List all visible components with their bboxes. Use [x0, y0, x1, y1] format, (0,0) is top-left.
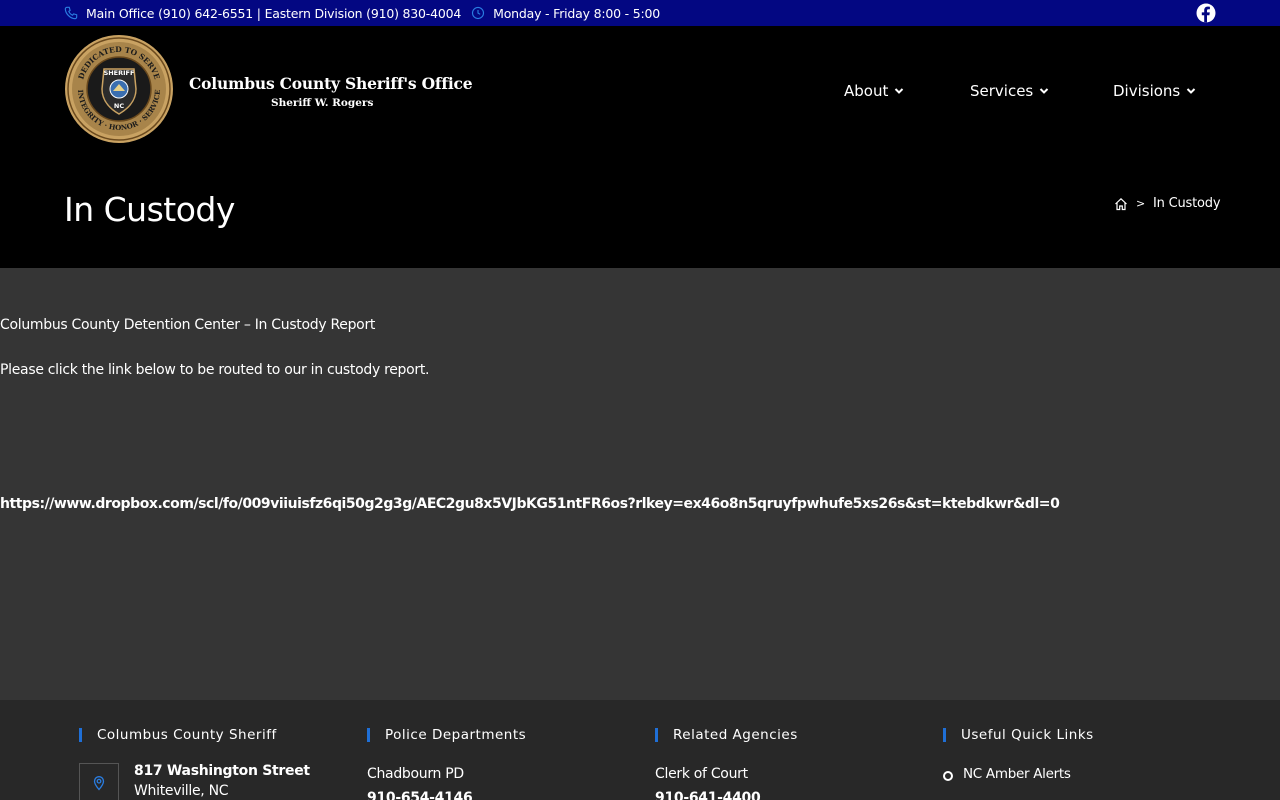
page-title: In Custody: [64, 190, 235, 229]
contact-phone-text: Main Office (910) 642-6551 | Eastern Div…: [86, 5, 462, 21]
clock-icon: [472, 6, 485, 20]
nav-about-label: About: [844, 82, 889, 100]
breadcrumb: > In Custody: [1114, 196, 1221, 211]
nav-divisions[interactable]: Divisions: [1113, 82, 1196, 100]
footer-heading-agencies: Related Agencies: [655, 728, 798, 742]
top-bar: Main Office (910) 642-6551 | Eastern Div…: [0, 0, 1280, 26]
phone-icon: [64, 6, 78, 20]
footer-heading-sheriff: Columbus County Sheriff: [79, 728, 277, 742]
home-icon[interactable]: [1114, 197, 1128, 211]
svg-text:SHERIFF: SHERIFF: [104, 69, 135, 77]
report-instruction: Please click the link below to be routed…: [0, 362, 430, 378]
breadcrumb-separator: >: [1136, 197, 1146, 210]
address-line1: 817 Washington Street: [134, 763, 310, 779]
nav-divisions-label: Divisions: [1113, 82, 1181, 100]
breadcrumb-current: In Custody: [1153, 196, 1221, 211]
contact-info: Main Office (910) 642-6551 | Eastern Div…: [64, 0, 660, 26]
nav-about[interactable]: About: [844, 82, 904, 100]
site-title: Columbus County Sheriff's Office: [189, 74, 473, 93]
footer-heading-quick-links: Useful Quick Links: [943, 728, 1094, 742]
chevron-down-icon: [895, 88, 904, 94]
facebook-icon[interactable]: [1196, 3, 1216, 23]
footer-heading-police: Police Departments: [367, 728, 526, 742]
map-pin-icon: [93, 776, 105, 791]
site-header: DEDICATED TO SERVE INTEGRITY · HONOR · S…: [0, 26, 1280, 268]
agency-item-phone[interactable]: 910-641-4400: [655, 790, 761, 800]
agency-item-name[interactable]: Clerk of Court: [655, 766, 748, 782]
site-subtitle: Sheriff W. Rogers: [271, 97, 374, 109]
chevron-down-icon: [1040, 88, 1049, 94]
quick-link-amber-alerts[interactable]: NC Amber Alerts: [963, 766, 1071, 782]
site-footer: Columbus County Sheriff 817 Washington S…: [0, 700, 1280, 800]
svg-text:NC: NC: [114, 102, 124, 110]
chevron-down-icon: [1187, 88, 1196, 94]
site-logo[interactable]: DEDICATED TO SERVE INTEGRITY · HONOR · S…: [64, 34, 474, 144]
police-item-phone[interactable]: 910-654-4146: [367, 790, 473, 800]
office-hours-text: Monday - Friday 8:00 - 5:00: [493, 5, 661, 21]
sheriff-badge-logo: DEDICATED TO SERVE INTEGRITY · HONOR · S…: [65, 35, 173, 143]
report-heading: Columbus County Detention Center – In Cu…: [0, 317, 376, 333]
address-line2: Whiteville, NC: [134, 783, 229, 799]
nav-services[interactable]: Services: [970, 82, 1049, 100]
police-item-name[interactable]: Chadbourn PD: [367, 766, 464, 782]
circle-bullet-icon: [943, 771, 953, 781]
nav-services-label: Services: [970, 82, 1034, 100]
address-icon-box: [79, 763, 119, 800]
in-custody-report-link[interactable]: https://www.dropbox.com/scl/fo/009viiuis…: [0, 496, 1060, 512]
